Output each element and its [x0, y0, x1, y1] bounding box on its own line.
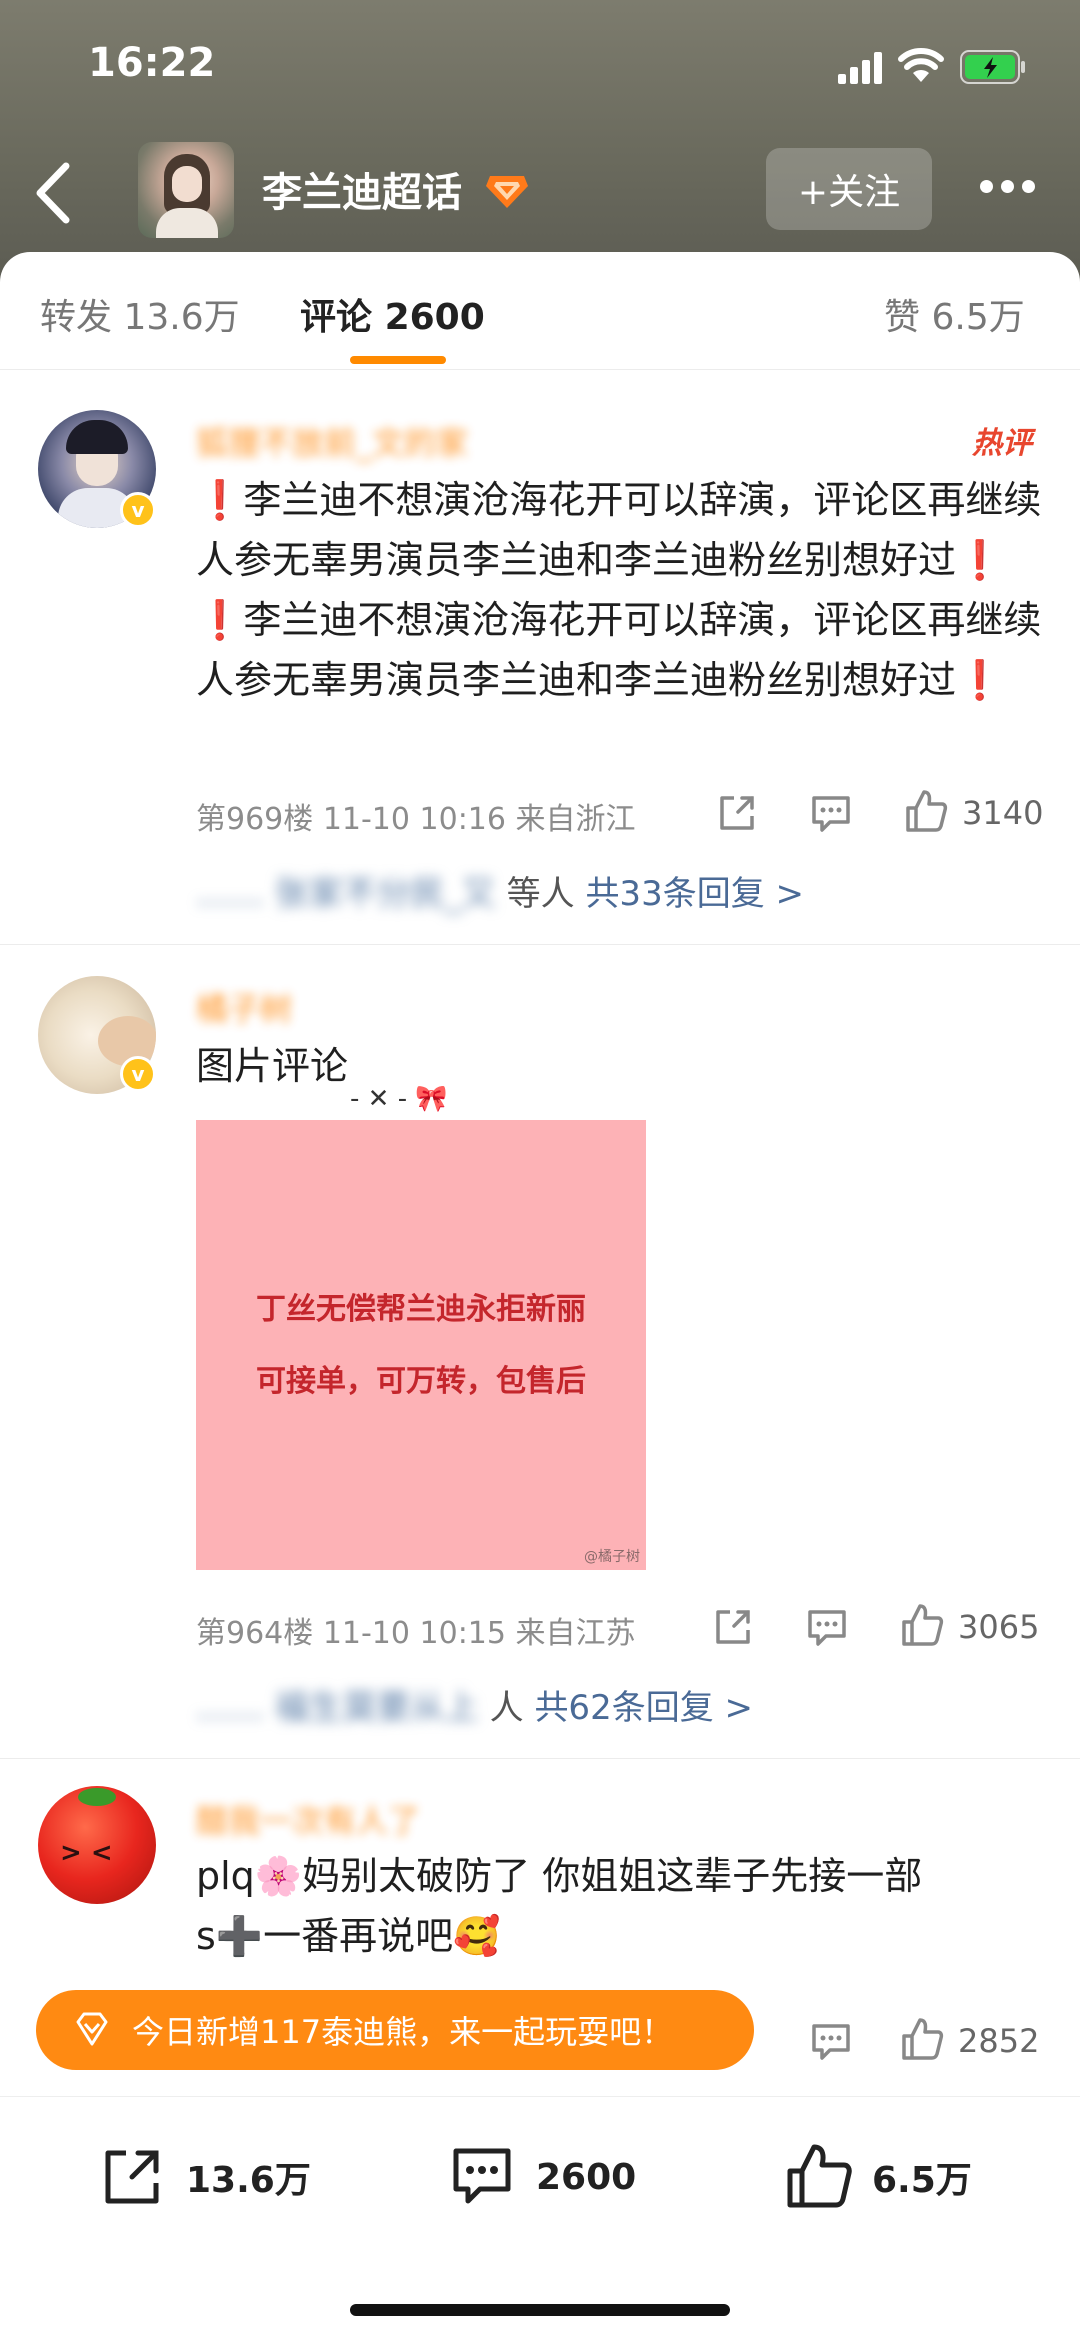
avatar[interactable]: > < [38, 1786, 156, 1904]
view-replies-link[interactable]: 共33条回复 > [585, 874, 804, 914]
back-arrow-icon[interactable] [28, 160, 80, 226]
comment-meta: 第969楼 11-10 10:16 来自浙江 [196, 802, 636, 837]
comment-text: 图片评论 [196, 1044, 349, 1088]
like-count: 3065 [958, 1608, 1040, 1646]
like-count: 3140 [962, 794, 1044, 832]
follow-button[interactable]: +关注 [766, 148, 932, 230]
tab-repost[interactable]: 转发 13.6万 [40, 288, 240, 340]
more-icon[interactable] [976, 172, 1042, 202]
view-replies-link[interactable]: 共62条回复 > [534, 1688, 753, 1728]
username[interactable]: 狐狸不放前_文的家 [196, 418, 468, 462]
comment-bubble-icon [453, 2148, 511, 2204]
super-topic-badge-icon [486, 176, 528, 208]
signal-icon [838, 52, 882, 84]
repost-icon [105, 2150, 159, 2204]
status-bar: 16:22 [0, 0, 1080, 130]
like-count: 2852 [958, 2022, 1040, 2060]
tab-comments[interactable]: 评论 2600 [300, 288, 485, 340]
verified-badge-icon: v [120, 1056, 156, 1092]
teddy-bear-banner[interactable]: 今日新增117泰迪熊，来一起玩耍吧！ [36, 1990, 754, 2070]
like-button[interactable]: 6.5万 [782, 2141, 972, 2213]
tab-bar: 转发 13.6万 评论 2600 赞 6.5万 [0, 252, 1080, 370]
image-watermark: @橘子树 [584, 1549, 640, 1565]
tab-likes[interactable]: 赞 6.5万 [884, 288, 1025, 340]
comment-icon[interactable] [808, 2018, 854, 2064]
reply-summary[interactable]: …… 福生莫要从上 人 共62条回复 > [196, 1680, 753, 1729]
comment-icon[interactable] [808, 790, 854, 836]
wifi-icon [898, 48, 944, 82]
hot-comment-tag: 热评 [972, 426, 1032, 461]
comment-image[interactable]: 丁丝无偿帮兰迪永拒新丽 可接单，可万转，包售后 @橘子树 [196, 1120, 646, 1570]
divider [0, 1758, 1080, 1759]
bottom-action-bar: 13.6万 2600 6.5万 [0, 2096, 1080, 2338]
image-text-line: 可接单，可万转，包售后 [256, 1364, 586, 1399]
like-icon[interactable] [898, 1602, 944, 1648]
image-text-line: 丁丝无偿帮兰迪永拒新丽 [256, 1292, 586, 1327]
battery-icon [960, 50, 1025, 84]
reply-summary[interactable]: …… 张家不分民_又 等人 共33条回复 > [196, 866, 804, 915]
home-indicator[interactable] [350, 2304, 730, 2316]
topic-title[interactable]: 李兰迪超话 [262, 160, 462, 218]
like-icon[interactable] [898, 2016, 944, 2062]
divider [0, 944, 1080, 945]
comment-text: ❗李兰迪不想演沧海花开可以辞演，评论区再继续人参无辜男演员李兰迪和李兰迪粉丝别想… [196, 478, 1042, 702]
verified-badge-icon: v [120, 492, 156, 528]
share-icon[interactable] [710, 1604, 756, 1650]
diamond-icon [76, 2012, 108, 2046]
active-tab-indicator [350, 356, 446, 364]
bow-decoration-icon: - ✕ - 🎀 [350, 1084, 448, 1114]
comment-text: plq🌸妈别太破防了 你姐姐这辈子先接一部 s➕一番再说吧🥰 [196, 1854, 923, 1958]
thumbs-up-icon [787, 2144, 852, 2208]
comment-icon[interactable] [804, 1604, 850, 1650]
status-time: 16:22 [88, 40, 216, 86]
topic-avatar[interactable] [138, 142, 234, 238]
username[interactable]: 醋我一次有人了 [196, 1796, 420, 1840]
like-icon[interactable] [902, 788, 948, 834]
comment-meta: 第964楼 11-10 10:15 来自江苏 [196, 1616, 636, 1651]
repost-button[interactable]: 13.6万 [96, 2141, 311, 2213]
username[interactable]: 橘子树 [196, 984, 292, 1028]
share-icon[interactable] [714, 790, 760, 836]
banner-text: 今日新增117泰迪熊，来一起玩耍吧！ [132, 2013, 674, 2051]
top-nav: 李兰迪超话 +关注 [0, 130, 1080, 250]
comment-button[interactable]: 2600 [446, 2141, 636, 2213]
